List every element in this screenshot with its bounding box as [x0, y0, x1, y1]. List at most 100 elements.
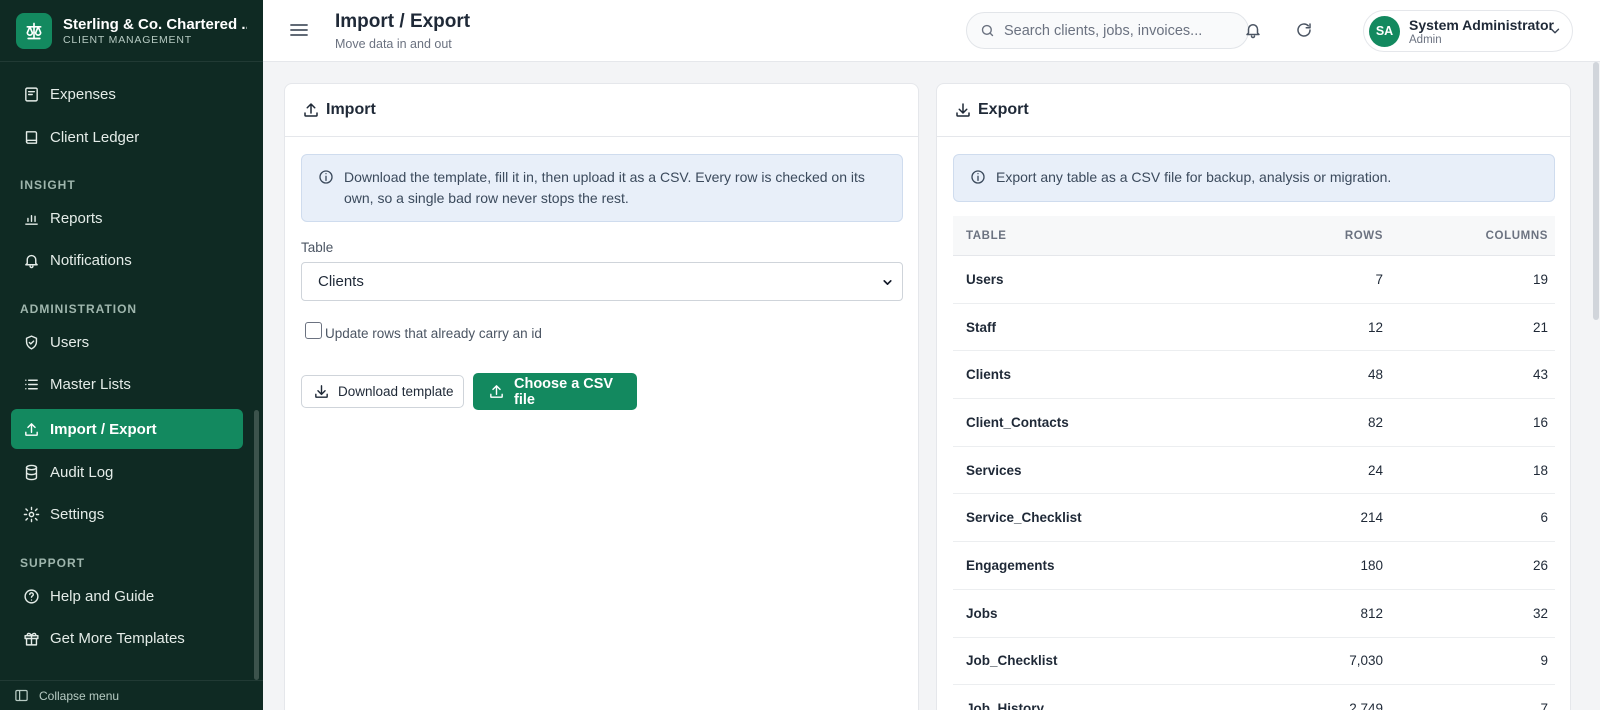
table-name-cell: Job_History [966, 701, 1045, 710]
topbar: Import / Export Move data in and out SA … [263, 0, 1600, 62]
download-icon [313, 383, 330, 400]
user-role: Admin [1409, 33, 1442, 46]
column-count-cell: 26 [1532, 557, 1548, 573]
collapse-menu-label: Collapse menu [39, 688, 120, 703]
column-header-table: TABLE [966, 229, 1007, 242]
table-name-cell: Services [966, 462, 1022, 478]
table-row[interactable]: Engagements 180 26 [953, 542, 1555, 590]
book-icon [22, 128, 40, 146]
column-header-columns: COLUMNS [1485, 229, 1548, 242]
sidebar-item-client-ledger[interactable]: Client Ledger [11, 117, 243, 157]
sidebar-scrollbar[interactable] [254, 410, 259, 680]
column-header-rows: ROWS [1344, 229, 1383, 242]
table-row[interactable]: Job_History 2,749 7 [953, 685, 1555, 710]
sidebar-item-users[interactable]: Users [11, 322, 243, 362]
sidebar-item-templates[interactable]: Get More Templates [11, 618, 243, 658]
table-row[interactable]: Clients 48 43 [953, 351, 1555, 400]
collapse-menu-button[interactable]: Collapse menu [0, 680, 263, 710]
shield-icon [22, 333, 40, 351]
page-scrollbar-thumb[interactable] [1593, 62, 1599, 320]
avatar: SA [1369, 15, 1400, 47]
row-count-cell: 7,030 [1349, 653, 1383, 669]
table-name-cell: Staff [966, 319, 996, 335]
row-count-cell: 48 [1367, 367, 1383, 383]
user-name: System Administrator [1409, 16, 1554, 33]
column-count-cell: 43 [1532, 367, 1548, 383]
sidebar-item-import-export[interactable]: Import / Export [11, 409, 243, 449]
table-select[interactable]: Clients [301, 262, 903, 301]
import-title: Import [326, 101, 376, 118]
column-count-cell: 7 [1540, 701, 1548, 710]
table-row[interactable]: Services 24 18 [953, 447, 1555, 495]
export-title: Export [978, 101, 1029, 118]
upload-icon [22, 420, 40, 438]
sidebar-panel-icon [14, 688, 29, 703]
sidebar-item-master-lists[interactable]: Master Lists [11, 364, 243, 404]
table-row[interactable]: Staff 12 21 [953, 304, 1555, 352]
table-row[interactable]: Service_Checklist 214 6 [953, 494, 1555, 543]
update-rows-label: Update rows that already carry an id [325, 326, 542, 341]
info-icon [970, 169, 986, 201]
section-insight: INSIGHT [20, 178, 76, 192]
import-card-header: Import [285, 84, 918, 137]
column-count-cell: 9 [1540, 653, 1548, 669]
search-input[interactable] [1004, 22, 1234, 39]
table-row[interactable]: Jobs 812 32 [953, 590, 1555, 638]
section-administration: ADMINISTRATION [20, 302, 138, 316]
row-count-cell: 2,749 [1349, 701, 1383, 710]
upload-icon [488, 383, 505, 400]
sidebar-item-help[interactable]: Help and Guide [11, 576, 243, 616]
upload-icon [302, 101, 320, 119]
export-info-alert: Export any table as a CSV file for backu… [953, 154, 1555, 202]
column-count-cell: 19 [1532, 271, 1548, 287]
search-box [966, 12, 1249, 49]
brand: Sterling & Co. Chartered ... CLIENT MANA… [0, 0, 263, 62]
sidebar-item-expenses[interactable]: Expenses [11, 74, 243, 114]
row-count-cell: 214 [1360, 510, 1383, 526]
sidebar-item-label: Master Lists [50, 375, 131, 393]
help-circle-icon [22, 587, 40, 605]
sidebar-item-settings[interactable]: Settings [11, 494, 243, 534]
sidebar-item-label: Get More Templates [50, 629, 185, 647]
sidebar-item-label: Audit Log [50, 463, 114, 481]
database-icon [22, 463, 40, 481]
sidebar-item-reports[interactable]: Reports [11, 198, 243, 238]
bell-icon [22, 251, 40, 269]
section-support: SUPPORT [20, 556, 86, 570]
table-name-cell: Job_Checklist [966, 653, 1058, 669]
table-select-value: Clients [318, 273, 364, 290]
column-count-cell: 18 [1532, 462, 1548, 478]
table-row[interactable]: Client_Contacts 82 16 [953, 399, 1555, 447]
column-count-cell: 21 [1532, 319, 1548, 335]
user-menu[interactable]: SA System Administrator Admin [1363, 10, 1573, 52]
page-scrollbar[interactable] [1592, 62, 1600, 710]
menu-toggle-icon[interactable] [289, 20, 309, 40]
receipt-icon [22, 85, 40, 103]
sidebar-item-label: Reports [50, 209, 103, 227]
export-info-text: Export any table as a CSV file for backu… [996, 169, 1392, 185]
row-count-cell: 24 [1367, 462, 1383, 478]
sidebar: Sterling & Co. Chartered ... CLIENT MANA… [0, 0, 263, 710]
refresh-icon[interactable] [1293, 19, 1315, 41]
row-count-cell: 12 [1367, 319, 1383, 335]
choose-csv-button[interactable]: Choose a CSV file [473, 373, 637, 410]
export-table: TABLE ROWS COLUMNS Users 7 19 Staff 12 2… [953, 216, 1555, 710]
scales-logo-icon [16, 12, 52, 49]
sidebar-item-audit-log[interactable]: Audit Log [11, 452, 243, 492]
update-rows-checkbox[interactable] [305, 322, 322, 339]
column-count-cell: 16 [1532, 414, 1548, 430]
chevron-down-icon [1548, 24, 1562, 38]
page-subtitle: Move data in and out [335, 37, 452, 51]
list-icon [22, 375, 40, 393]
row-count-cell: 812 [1360, 605, 1383, 621]
sidebar-item-notifications[interactable]: Notifications [11, 240, 243, 280]
download-template-label: Download template [338, 384, 454, 399]
sidebar-item-label: Users [50, 333, 90, 351]
download-template-button[interactable]: Download template [301, 375, 464, 408]
table-row[interactable]: Job_Checklist 7,030 9 [953, 638, 1555, 686]
gear-icon [22, 505, 40, 523]
gift-icon [22, 629, 40, 647]
bell-icon[interactable] [1242, 19, 1264, 41]
info-icon [318, 169, 334, 221]
table-row[interactable]: Users 7 19 [953, 256, 1555, 304]
